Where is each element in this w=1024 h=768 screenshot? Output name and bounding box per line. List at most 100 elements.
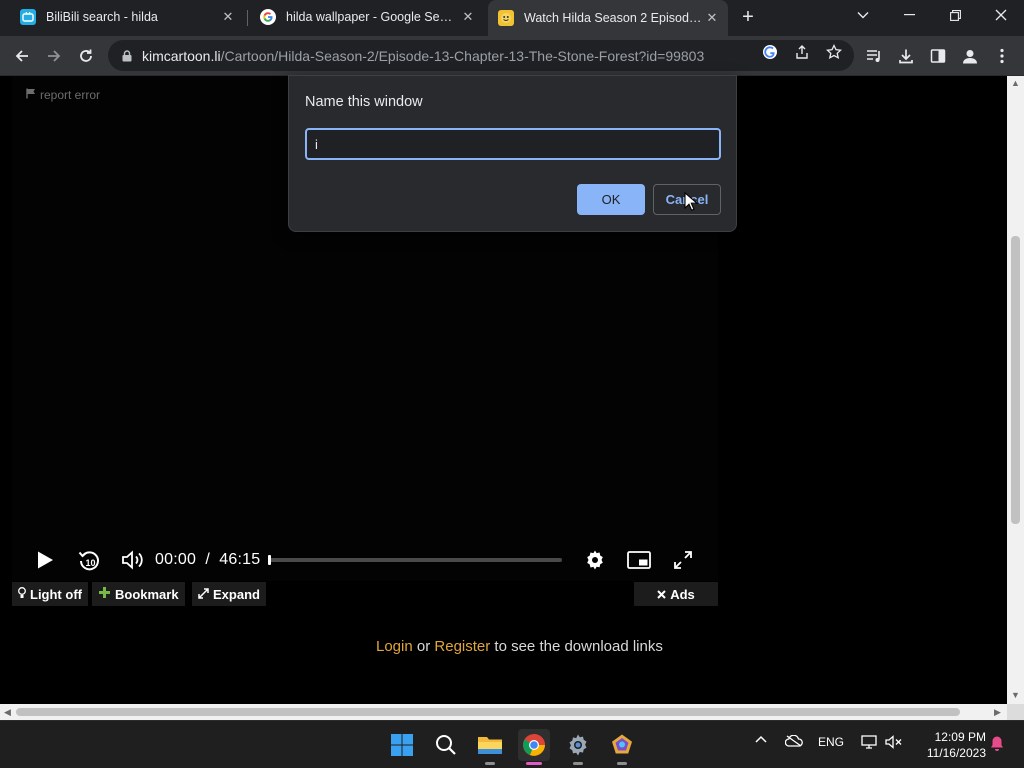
menu-icon[interactable] [990, 44, 1014, 68]
flag-icon [26, 88, 36, 102]
scroll-left-arrow-icon[interactable]: ◀ [4, 707, 11, 718]
scroll-right-arrow-icon[interactable]: ▶ [994, 707, 1001, 718]
tab-bilibili[interactable]: BiliBili search - hilda ✕ [12, 0, 244, 34]
tab-strip: BiliBili search - hilda ✕ hilda wallpape… [0, 0, 1024, 36]
bookmark-label: Bookmark [115, 586, 179, 602]
tab-title: hilda wallpaper - Google Search [286, 10, 458, 24]
reload-icon[interactable] [74, 44, 98, 68]
lock-icon[interactable] [120, 49, 134, 62]
plus-icon [98, 586, 111, 602]
report-error-link[interactable]: report error [26, 88, 100, 102]
start-icon[interactable] [386, 729, 418, 761]
scroll-down-arrow-icon[interactable]: ▼ [1011, 690, 1020, 700]
running-indicator [485, 762, 495, 765]
new-tab-icon[interactable]: + [736, 5, 760, 29]
volume-muted-icon[interactable] [884, 735, 904, 749]
google-lens-icon[interactable] [758, 40, 782, 64]
url-text: kimcartoon.li/Cartoon/Hilda-Season-2/Epi… [142, 47, 705, 64]
scrollbar-corner [1007, 704, 1024, 720]
settings-app-icon[interactable] [562, 729, 594, 765]
onedrive-icon[interactable] [784, 735, 804, 747]
tab-separator [247, 10, 248, 26]
name-window-dialog: Name this window i OK Cancel [288, 75, 737, 232]
settings-gear-icon[interactable] [582, 547, 608, 573]
network-icon[interactable] [860, 735, 878, 749]
close-tab-icon[interactable]: ✕ [702, 8, 722, 28]
close-tab-icon[interactable]: ✕ [218, 7, 238, 27]
photo-app-icon[interactable] [606, 729, 638, 765]
close-window-icon[interactable] [978, 0, 1024, 30]
reading-list-icon[interactable] [862, 44, 886, 68]
scroll-up-arrow-icon[interactable]: ▲ [1011, 78, 1020, 88]
time-separator: / [205, 551, 210, 568]
google-icon [260, 9, 276, 25]
profile-icon[interactable] [958, 44, 982, 68]
light-off-label: Light off [30, 586, 82, 602]
register-link[interactable]: Register [434, 638, 490, 655]
mouse-cursor-icon [684, 192, 698, 211]
browser-toolbar: kimcartoon.li/Cartoon/Hilda-Season-2/Epi… [0, 36, 1024, 76]
bilibili-icon [20, 9, 36, 25]
login-link[interactable]: Login [376, 638, 413, 655]
bookmark-button[interactable]: Bookmark [92, 582, 185, 606]
vertical-scrollbar[interactable]: ▲ ▼ [1007, 76, 1024, 704]
notification-bell-icon[interactable] [988, 735, 1006, 751]
system-clock[interactable]: 12:09 PM 11/16/2023 [912, 729, 986, 761]
light-off-button[interactable]: Light off [12, 582, 88, 606]
window-name-input[interactable]: i [305, 128, 721, 160]
back-icon[interactable] [10, 44, 34, 68]
report-error-label: report error [40, 88, 101, 102]
tab-title: Watch Hilda Season 2 Episode 13 [524, 11, 702, 25]
ads-button[interactable]: Ads [634, 582, 718, 606]
fullscreen-icon[interactable] [670, 547, 696, 573]
rewind-10-icon[interactable]: 10 [76, 546, 102, 574]
running-indicator [526, 762, 542, 765]
address-bar[interactable]: kimcartoon.li/Cartoon/Hilda-Season-2/Epi… [108, 40, 854, 71]
duration: 46:15 [219, 551, 261, 568]
close-tab-icon[interactable]: ✕ [458, 7, 478, 27]
restore-icon[interactable] [932, 0, 978, 30]
download-links-notice: Login or Register to see the download li… [376, 638, 663, 655]
tab-google[interactable]: hilda wallpaper - Google Search ✕ [252, 0, 484, 34]
horizontal-scrollbar[interactable]: ◀ ▶ [0, 704, 1007, 720]
running-indicator [573, 762, 583, 765]
dialog-title: Name this window [305, 94, 423, 110]
download-icon[interactable] [894, 44, 918, 68]
kimcartoon-icon [498, 10, 514, 26]
tab-search-icon[interactable] [840, 0, 886, 30]
language-indicator[interactable]: ENG [816, 735, 846, 749]
bookmark-star-icon[interactable] [822, 40, 846, 64]
tab-title: BiliBili search - hilda [46, 10, 158, 24]
play-icon[interactable] [33, 546, 57, 574]
ok-button[interactable]: OK [577, 184, 645, 215]
windows-taskbar: ENG 12:09 PM 11/16/2023 [0, 720, 1024, 768]
share-icon[interactable] [790, 40, 814, 64]
show-hidden-icons-icon[interactable] [752, 735, 770, 743]
side-panel-icon[interactable] [926, 44, 950, 68]
lightbulb-icon [18, 586, 26, 602]
or-text: or [412, 638, 435, 655]
svg-text:10: 10 [86, 558, 96, 568]
expand-label: Expand [213, 586, 260, 602]
expand-button[interactable]: Expand [192, 582, 266, 606]
file-explorer-icon[interactable] [474, 729, 506, 765]
seek-bar[interactable] [268, 555, 562, 565]
search-icon[interactable] [430, 729, 462, 761]
forward-icon[interactable] [42, 44, 66, 68]
clock-date: 11/16/2023 [926, 746, 986, 760]
clock-time: 12:09 PM [934, 730, 986, 744]
close-ads-icon [657, 587, 666, 602]
running-indicator [617, 762, 627, 765]
volume-icon[interactable] [119, 546, 147, 574]
tab-kimcartoon[interactable]: Watch Hilda Season 2 Episode 13 ✕ [488, 0, 728, 36]
vertical-scroll-thumb[interactable] [1011, 236, 1020, 524]
horizontal-scroll-thumb[interactable] [16, 708, 960, 716]
ads-label: Ads [670, 586, 695, 602]
minimize-icon[interactable] [886, 0, 932, 30]
chrome-icon[interactable] [518, 729, 550, 765]
player-time: 00:00 / 46:15 [155, 551, 260, 569]
expand-icon [198, 587, 209, 602]
download-notice-text: to see the download links [490, 638, 663, 655]
picture-in-picture-icon[interactable] [625, 547, 653, 573]
seek-handle[interactable] [268, 555, 271, 565]
